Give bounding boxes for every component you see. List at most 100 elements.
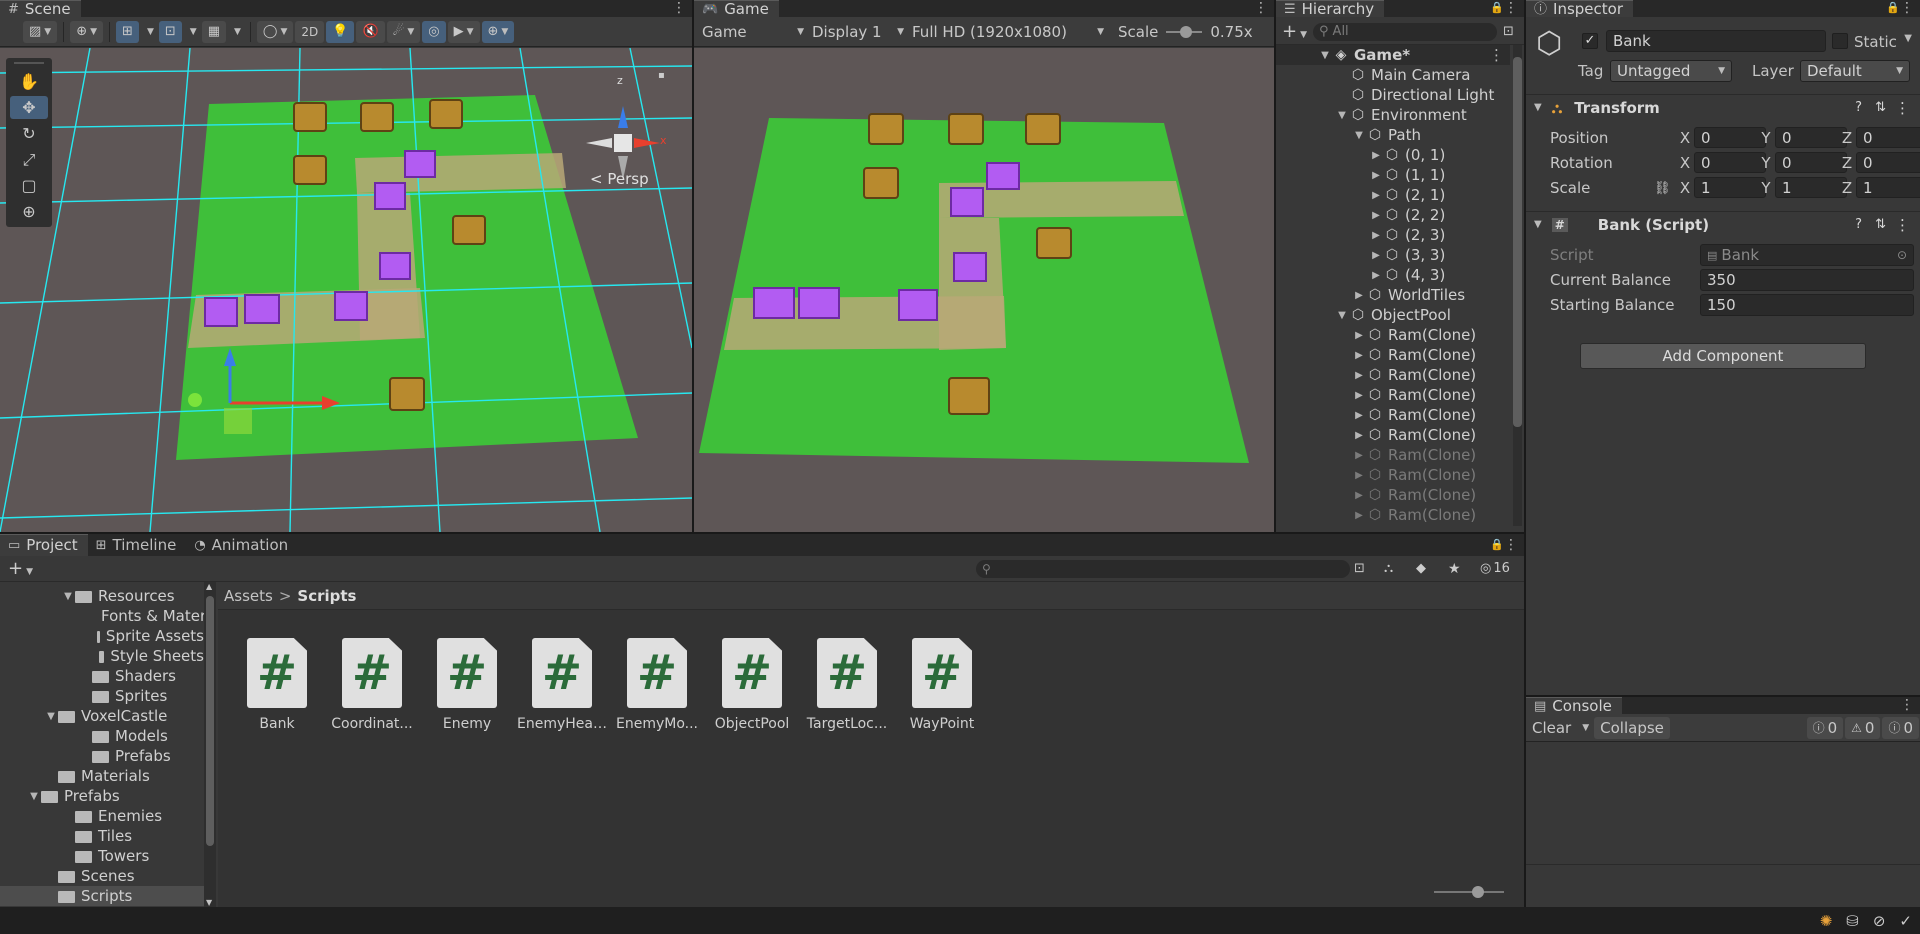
expand-arrow-icon[interactable]: ▼ — [1335, 110, 1349, 121]
search-options-icon[interactable]: ⊡ — [1503, 24, 1514, 39]
game-view[interactable] — [694, 48, 1274, 532]
script-asset[interactable]: # EnemyMo... — [612, 638, 702, 732]
expand-arrow-icon[interactable]: ▶ — [1352, 430, 1366, 441]
debug-mode-icon[interactable]: ✺ — [1820, 912, 1833, 930]
cache-server-icon[interactable]: ⛁ — [1846, 912, 1859, 930]
position-y-field[interactable]: Y0 — [1757, 127, 1847, 148]
hierarchy-lock-icon[interactable]: 🔒 — [1490, 1, 1504, 14]
project-folder-item[interactable]: Materials — [0, 766, 204, 786]
hidden-packages-icon[interactable]: ◎ 16 — [1480, 561, 1510, 576]
component-menu-icon[interactable]: ⋮ — [1895, 99, 1910, 117]
rotate-tool-icon[interactable]: ↻ — [10, 122, 48, 145]
hierarchy-item[interactable]: ▶ ⬡ Ram(Clone) — [1276, 445, 1510, 465]
bank-script-component-header[interactable]: ▼ # Bank (Script) ? ⇅ ⋮ — [1526, 211, 1920, 237]
expand-arrow-icon[interactable]: ▶ — [1352, 510, 1366, 521]
tag-dropdown[interactable]: Untagged ▼ — [1610, 60, 1732, 82]
expand-arrow-icon[interactable]: ▶ — [1352, 470, 1366, 481]
scene-view[interactable]: z x ▪ < Persp ✋ ✥ ↻ ⤢ ▢ ⊕ — [0, 48, 692, 532]
project-folder-item[interactable]: ▼ Prefabs — [0, 786, 204, 806]
expand-arrow-icon[interactable]: ▶ — [1369, 230, 1383, 241]
hierarchy-item[interactable]: ▶ ⬡ Ram(Clone) — [1276, 465, 1510, 485]
project-menu-icon[interactable]: ⋮ — [1504, 537, 1518, 553]
audio-toggle-icon[interactable]: 🔇 — [356, 20, 385, 43]
hierarchy-item[interactable]: ▶ ⬡ Ram(Clone) — [1276, 345, 1510, 365]
hand-tool-icon[interactable]: ✋ — [10, 70, 48, 93]
create-button[interactable]: + ▼ — [1282, 21, 1307, 42]
auto-generate-lighting-icon[interactable]: ⊘ — [1873, 912, 1886, 930]
favorites-icon[interactable]: ★ — [1448, 561, 1461, 577]
filter-by-label-icon[interactable]: ◆ — [1416, 561, 1426, 576]
layer-dropdown[interactable]: Default ▼ — [1800, 60, 1910, 82]
hierarchy-scrollbar[interactable] — [1513, 45, 1522, 526]
starting-balance-field[interactable]: 150 — [1700, 294, 1914, 316]
object-picker-icon[interactable]: ⊙ — [1897, 248, 1907, 262]
project-folder-item[interactable]: Models — [0, 726, 204, 746]
expand-arrow-icon[interactable]: ▶ — [1352, 490, 1366, 501]
hierarchy-item[interactable]: ⬡ Main Camera — [1276, 65, 1510, 85]
hierarchy-item[interactable]: ▶ ⬡ Ram(Clone) — [1276, 485, 1510, 505]
expand-arrow-icon[interactable]: ▼ — [61, 591, 75, 602]
hierarchy-item[interactable]: ▶ ⬡ Ram(Clone) — [1276, 365, 1510, 385]
script-asset[interactable]: # TargetLoc... — [802, 638, 892, 732]
tab-project[interactable]: ▭ Project — [0, 534, 88, 556]
project-folder-item[interactable]: Scenes — [0, 866, 204, 886]
inspector-menu-icon[interactable]: ⋮ — [1900, 0, 1914, 16]
transform-tool-icon[interactable]: ⊕ — [10, 200, 48, 223]
hierarchy-item[interactable]: ▶ ⬡ Ram(Clone) — [1276, 385, 1510, 405]
expand-arrow-icon[interactable]: ▶ — [1369, 210, 1383, 221]
position-x-field[interactable]: X0 — [1676, 127, 1766, 148]
breadcrumb-scripts[interactable]: Scripts — [297, 587, 356, 605]
lighting-toggle-icon[interactable]: 💡 — [326, 20, 355, 43]
add-component-button[interactable]: Add Component — [1580, 343, 1866, 369]
expand-arrow-icon[interactable]: ▼ — [1335, 310, 1349, 321]
expand-arrow-icon[interactable]: ▼ — [1318, 50, 1332, 61]
asset-browser[interactable]: Assets > Scripts # Bank # Coordinat... # Enem… — [218, 582, 1524, 907]
script-asset[interactable]: # Enemy — [422, 638, 512, 732]
rotation-x-field[interactable]: X0 — [1676, 152, 1766, 173]
hierarchy-item[interactable]: ▶ ⬡ Ram(Clone) — [1276, 505, 1510, 525]
expand-arrow-icon[interactable]: ▶ — [1352, 290, 1366, 301]
static-dropdown-icon[interactable]: ▼ — [1904, 33, 1912, 44]
move-tool-icon[interactable]: ✥ — [10, 96, 48, 119]
gameobject-active-checkbox[interactable]: ✓ — [1582, 33, 1598, 49]
expand-arrow-icon[interactable]: ▶ — [1352, 410, 1366, 421]
project-folder-item[interactable]: Fonts & Materials — [0, 606, 204, 626]
foldout-arrow-icon[interactable]: ▼ — [1534, 102, 1542, 113]
rect-tool-icon[interactable]: ▢ — [10, 174, 48, 197]
hierarchy-item[interactable]: ⬡ Directional Light — [1276, 85, 1510, 105]
project-create-button[interactable]: + ▼ — [8, 558, 33, 579]
console-clear-button[interactable]: Clear — [1528, 717, 1575, 739]
tab-hierarchy[interactable]: ☰ Hierarchy — [1276, 0, 1385, 17]
project-folder-item[interactable]: Sprites — [0, 686, 204, 706]
position-z-field[interactable]: Z0 — [1838, 127, 1920, 148]
game-mode-dropdown[interactable]: Game ▼ — [698, 21, 808, 43]
project-folder-item[interactable]: Tiles — [0, 826, 204, 846]
script-asset[interactable]: # WayPoint — [897, 638, 987, 732]
script-asset[interactable]: # Coordinat... — [327, 638, 417, 732]
resolution-dropdown[interactable]: Full HD (1920x1080) ▼ — [908, 21, 1108, 43]
script-asset[interactable]: # EnemyHeal... — [517, 638, 607, 732]
project-folder-item[interactable]: Scripts — [0, 886, 204, 906]
current-balance-field[interactable]: 350 — [1700, 269, 1914, 291]
hierarchy-item[interactable]: ▶ ⬡ Ram(Clone) — [1276, 325, 1510, 345]
global-toggle-dropdown[interactable]: ⊕ ▼ — [70, 20, 104, 43]
hierarchy-item[interactable]: ▶ ⬡ (2, 3) — [1276, 225, 1510, 245]
console-menu-icon[interactable]: ⋮ — [1900, 697, 1914, 713]
object-name-field[interactable]: Bank — [1606, 30, 1826, 52]
hierarchy-item[interactable]: ▶ ⬡ Ram(Clone) — [1276, 405, 1510, 425]
toggle-2d-button[interactable]: 2D — [295, 20, 325, 43]
project-folder-item[interactable]: Towers — [0, 846, 204, 866]
project-folder-item[interactable]: Style Sheets — [0, 646, 204, 666]
component-menu-icon[interactable]: ⋮ — [1895, 216, 1910, 234]
axis-value[interactable]: 0 — [1856, 127, 1920, 148]
scene-root-row[interactable]: ▼ ◈ Game* ⋮ — [1276, 45, 1510, 65]
expand-arrow-icon[interactable]: ▼ — [27, 791, 41, 802]
game-menu-icon[interactable]: ⋮ — [1254, 0, 1268, 16]
draw-mode-dropdown[interactable]: ▨ ▼ — [23, 20, 58, 43]
foldout-arrow-icon[interactable]: ▼ — [1534, 219, 1542, 230]
hierarchy-menu-icon[interactable]: ⋮ — [1504, 0, 1518, 16]
hierarchy-item[interactable]: ▶ ⬡ Ram(Clone) — [1276, 425, 1510, 445]
hierarchy-search-input[interactable]: ⚲ All — [1313, 22, 1498, 41]
script-asset[interactable]: # Bank — [232, 638, 322, 732]
hierarchy-item[interactable]: ▼ ⬡ Path — [1276, 125, 1510, 145]
